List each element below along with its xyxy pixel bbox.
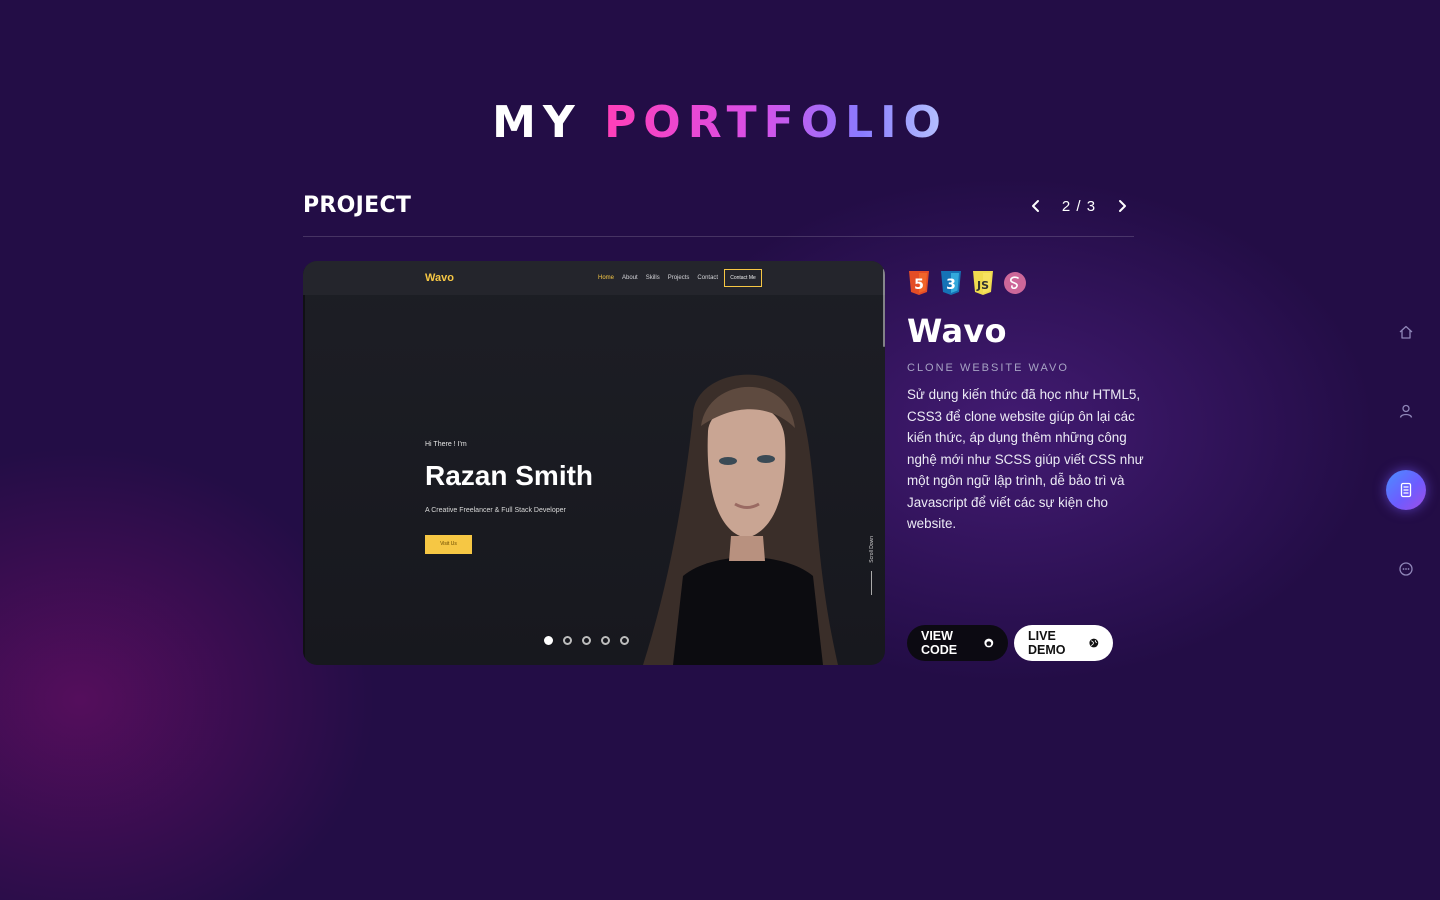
preview-greeting: Hi There ! I'm [425, 441, 467, 448]
next-project-button[interactable] [1110, 194, 1134, 218]
nav-portfolio-button[interactable] [1386, 470, 1426, 510]
preview-scroll-label: Scroll Down [869, 536, 875, 563]
preview-cta-button: Visit Us [425, 535, 472, 554]
preview-scroll-line [871, 571, 872, 595]
project-title: Wavo [907, 312, 1007, 350]
project-description: Sử dụng kiến thức đã học như HTML5, CSS3… [907, 387, 1144, 531]
preview-dot [582, 636, 591, 645]
preview-dot [601, 636, 610, 645]
github-icon [984, 638, 994, 648]
preview-menu-item: Home [598, 275, 615, 281]
document-icon [1400, 482, 1412, 498]
preview-contact-button: Contact Me [724, 269, 762, 287]
svg-text:3: 3 [946, 277, 956, 293]
chevron-left-icon [1032, 200, 1039, 212]
portrait-image [643, 374, 838, 665]
project-preview-image[interactable]: Wavo Home About Skills Projects Contact … [303, 261, 885, 665]
svg-text:JS: JS [976, 279, 989, 292]
javascript-icon: JS [971, 268, 995, 298]
section-title: PROJECT [303, 193, 412, 218]
preview-dot [544, 636, 553, 645]
preview-menu-item: About [622, 275, 638, 281]
live-demo-label: LIVE DEMO [1028, 629, 1066, 657]
view-code-label: VIEW CODE [921, 629, 958, 657]
css3-icon: 3 [939, 268, 963, 298]
project-actions: VIEW CODE LIVE DEMO [907, 625, 1113, 661]
nav-about-button[interactable] [1386, 391, 1426, 431]
page-title-portfolio: PORTFOLIO [604, 97, 948, 149]
chevron-right-icon [1119, 200, 1126, 212]
preview-name: Razan Smith [425, 460, 594, 491]
tech-stack: 5 3 JS [907, 268, 1167, 298]
preview-dot [563, 636, 572, 645]
preview-subtitle: A Creative Freelancer & Full Stack Devel… [425, 507, 566, 514]
home-icon [1399, 325, 1413, 339]
svg-text:5: 5 [914, 277, 924, 293]
preview-menu-item: Skills [645, 275, 660, 281]
sass-icon [1003, 268, 1027, 298]
project-subtitle: CLONE WEBSITE WAVO [907, 362, 1069, 374]
section-header: PROJECT 2 / 3 [303, 190, 1134, 237]
project-info: 5 3 JS Wavo CLONE WEBSITE WAVO Sử dụng k… [907, 268, 1167, 535]
nav-contact-button[interactable] [1386, 549, 1426, 589]
preview-menu-item: Projects [667, 275, 690, 281]
preview-scrollbar [883, 269, 885, 347]
globe-icon [1089, 638, 1099, 648]
preview-menu-item: Contact [697, 275, 719, 281]
project-pager: 2 / 3 [1024, 194, 1134, 218]
preview-dot [620, 636, 629, 645]
preview-menu: Home About Skills Projects Contact [598, 275, 718, 281]
nav-home-button[interactable] [1386, 312, 1426, 352]
preview-navbar: Wavo Home About Skills Projects Contact … [303, 261, 885, 295]
prev-project-button[interactable] [1024, 194, 1048, 218]
page-title: MY PORTFOLIO [0, 97, 1440, 148]
preview-dots [544, 636, 629, 645]
page-title-my: MY [492, 97, 582, 149]
preview-logo: Wavo [425, 272, 454, 284]
preview-edge [303, 261, 305, 665]
live-demo-button[interactable]: LIVE DEMO [1014, 625, 1113, 661]
view-code-button[interactable]: VIEW CODE [907, 625, 1008, 661]
chat-icon [1399, 562, 1413, 576]
project-counter: 2 / 3 [1061, 197, 1097, 215]
user-icon [1399, 404, 1413, 418]
html5-icon: 5 [907, 268, 931, 298]
